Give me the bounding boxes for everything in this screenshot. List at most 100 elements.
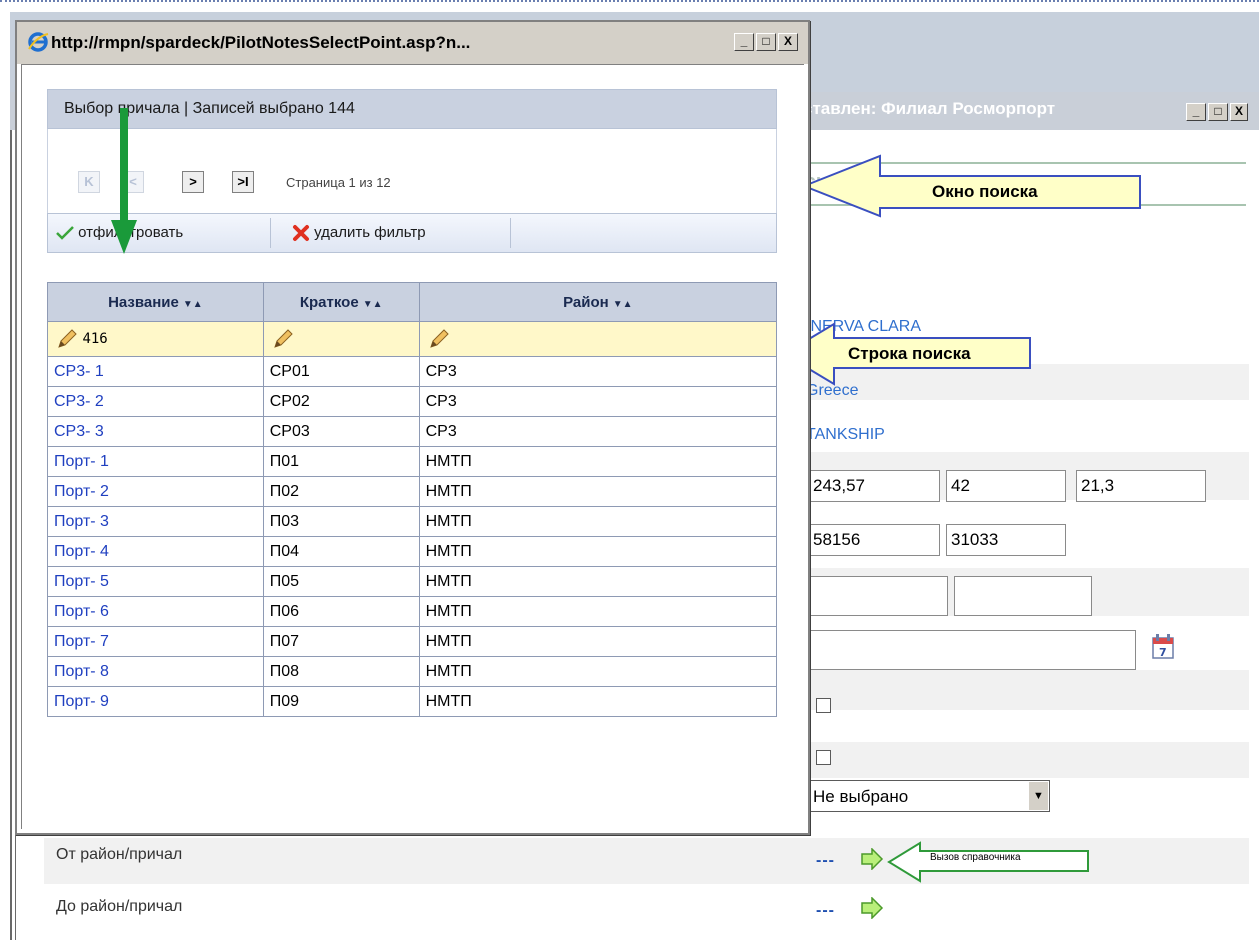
page-info: Страница 1 из 12 [286,175,391,190]
toolbar-separator [510,218,511,248]
popup-maximize-button[interactable]: □ [756,33,776,51]
table-row[interactable]: Порт- 4 П04 НМТП [47,536,778,567]
cell-short: П01 [262,446,420,477]
checkbox-2[interactable] [816,750,831,765]
date-input[interactable] [808,630,1136,670]
cell-short: П07 [262,626,420,657]
cell-district: НМТП [418,566,778,597]
cell-short: П02 [262,476,420,507]
table-row[interactable]: Порт- 5 П05 НМТП [47,566,778,597]
calendar-icon[interactable]: 7 [1150,632,1178,662]
column-header-name[interactable]: Название ▼▲ [47,282,264,322]
status-select-value: Не выбрано [813,787,909,806]
next-page-button[interactable]: > [182,171,204,193]
filter-cell-district[interactable] [418,321,778,357]
filter-cell-name[interactable]: 416 [47,321,264,357]
pencil-icon [58,329,77,348]
vessel-type-link[interactable]: TANKSHIP [806,426,885,444]
remove-filter-button[interactable]: удалить фильтр [292,214,426,252]
table-row[interactable]: Порт- 1 П01 НМТП [47,446,778,477]
internet-explorer-icon [28,32,49,52]
table-row[interactable]: СР3- 3 СР03 СР3 [47,416,778,447]
sort-icon[interactable]: ▼▲ [183,299,203,310]
status-select[interactable]: Не выбрано ▼ [808,780,1050,812]
remove-filter-label: удалить фильтр [314,224,426,241]
table-row[interactable]: Порт- 6 П06 НМТП [47,596,778,627]
to-berth-label: До район/причал [56,898,183,915]
cell-name[interactable]: Порт- 3 [47,506,264,537]
column-header-short[interactable]: Краткое ▼▲ [262,282,420,322]
cell-name[interactable]: Порт- 1 [47,446,264,477]
popup-close-button[interactable]: X [778,33,798,51]
popup-minimize-button[interactable]: _ [734,33,754,51]
svg-text:7: 7 [1159,646,1167,659]
cell-name[interactable]: СР3- 1 [47,356,264,387]
table-row[interactable]: Порт- 3 П03 НМТП [47,506,778,537]
cell-name[interactable]: Порт- 4 [47,536,264,567]
from-berth-link[interactable]: --- [816,852,835,870]
empty-input-2[interactable] [954,576,1092,616]
cell-name[interactable]: Порт- 9 [47,686,264,717]
table-row[interactable]: Порт- 7 П07 НМТП [47,626,778,657]
cell-name[interactable]: Порт- 5 [47,566,264,597]
background-maximize-button[interactable]: □ [1208,103,1228,121]
background-minimize-button[interactable]: _ [1186,103,1206,121]
cell-short: СР03 [262,416,420,447]
column-header-district[interactable]: Район ▼▲ [418,282,778,322]
sort-icon[interactable]: ▼▲ [363,299,383,310]
cell-district: СР3 [418,386,778,417]
grid-header-row: Название ▼▲ Краткое ▼▲ Район ▼▲ [47,282,778,322]
checkmark-icon [56,226,74,240]
toolbar-separator [270,218,271,248]
sort-icon[interactable]: ▼▲ [613,299,633,310]
cell-district: НМТП [418,506,778,537]
draft-input[interactable]: 21,3 [1076,470,1206,502]
checkbox-1[interactable] [816,698,831,713]
cell-short: П04 [262,536,420,567]
from-berth-lookup-icon[interactable] [860,848,884,870]
selection-header: Выбор причала | Записей выбрано 144 [47,89,777,129]
empty-input-1[interactable] [808,576,948,616]
cell-name[interactable]: Порт- 6 [47,596,264,627]
search-row-callout-text: Строка поиска [848,344,971,363]
table-row[interactable]: Порт- 2 П02 НМТП [47,476,778,507]
to-berth-lookup-icon[interactable] [860,897,884,919]
filter-cell-short[interactable] [262,321,420,357]
first-page-button[interactable]: K [78,171,100,193]
cell-name[interactable]: Порт- 2 [47,476,264,507]
pencil-icon [429,329,449,348]
form-row-to: До район/причал [44,890,1249,930]
cell-district: НМТП [418,596,778,627]
length-input[interactable]: 243,57 [808,470,940,502]
table-row[interactable]: Порт- 8 П08 НМТП [47,656,778,687]
cell-name[interactable]: СР3- 3 [47,416,264,447]
green-down-arrow-icon [111,108,137,254]
cell-district: СР3 [418,416,778,447]
gross-tonnage-input[interactable]: 58156 [808,524,940,556]
page-top-border [0,0,1259,2]
background-title: ставлен: Филиал Росморпорт [803,99,1056,118]
table-row[interactable]: СР3- 2 СР02 СР3 [47,386,778,417]
cell-district: НМТП [418,446,778,477]
last-page-button[interactable]: >I [232,171,254,193]
cell-name[interactable]: СР3- 2 [47,386,264,417]
table-row[interactable]: Порт- 9 П09 НМТП [47,686,778,717]
popup-title: http://rmpn/spardeck/PilotNotesSelectPoi… [51,33,471,52]
search-window-callout-text: Окно поиска [932,182,1038,201]
width-input[interactable]: 42 [946,470,1066,502]
berth-grid: Название ▼▲ Краткое ▼▲ Район ▼▲ 416 СР3-… [47,282,778,717]
to-berth-link[interactable]: --- [816,902,835,920]
cell-district: НМТП [418,656,778,687]
cell-name[interactable]: Порт- 7 [47,626,264,657]
popup-titlebar[interactable]: http://rmpn/spardeck/PilotNotesSelectPoi… [17,22,808,65]
cell-name[interactable]: Порт- 8 [47,656,264,687]
cell-district: НМТП [418,536,778,567]
cell-district: СР3 [418,356,778,387]
table-row[interactable]: СР3- 1 СР01 СР3 [47,356,778,387]
cell-short: П06 [262,596,420,627]
cell-short: СР02 [262,386,420,417]
chevron-down-icon[interactable]: ▼ [1028,782,1048,810]
cell-short: П05 [262,566,420,597]
net-tonnage-input[interactable]: 31033 [946,524,1066,556]
background-close-button[interactable]: X [1230,103,1248,121]
